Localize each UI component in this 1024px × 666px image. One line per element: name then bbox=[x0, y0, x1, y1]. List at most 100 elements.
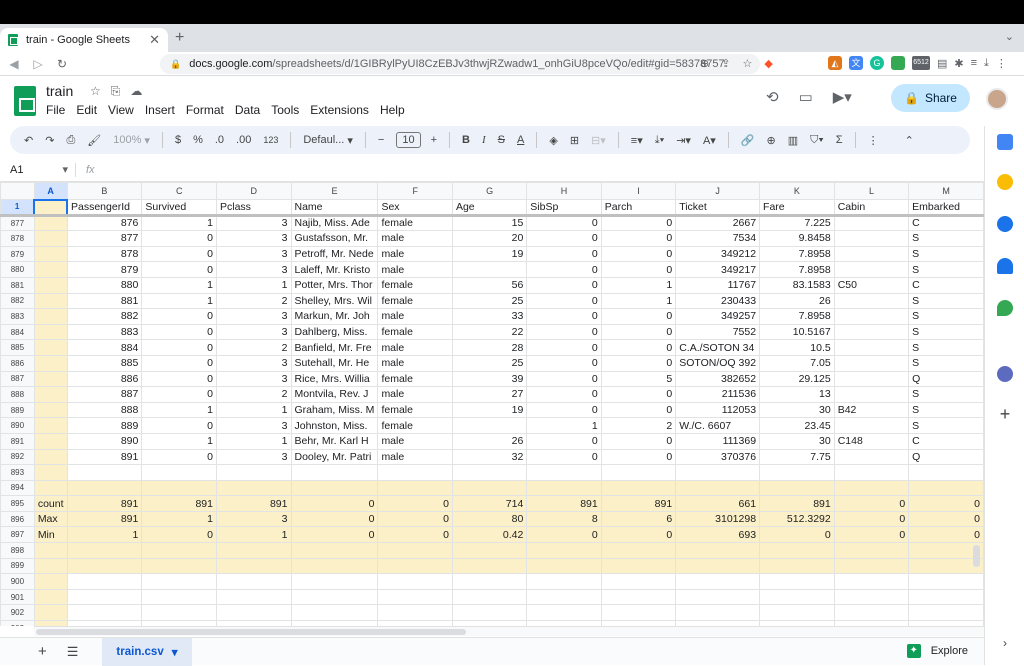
cell[interactable] bbox=[141, 557, 217, 575]
cell[interactable]: 1 bbox=[141, 401, 217, 419]
cell[interactable] bbox=[908, 573, 984, 590]
cell[interactable] bbox=[600, 479, 677, 497]
cell[interactable]: 0 bbox=[141, 230, 217, 247]
cell[interactable]: B42 bbox=[833, 401, 910, 419]
cell[interactable] bbox=[216, 588, 292, 606]
cell[interactable] bbox=[290, 557, 379, 575]
cell[interactable]: S bbox=[908, 354, 984, 372]
insert-chart-icon[interactable]: ▥ bbox=[788, 134, 798, 147]
grammarly-extension-icon[interactable]: G bbox=[870, 56, 884, 70]
cell[interactable]: 0 bbox=[526, 386, 602, 403]
cell[interactable]: 0 bbox=[141, 386, 217, 403]
cell[interactable]: 33 bbox=[451, 308, 528, 325]
cell[interactable]: 349212 bbox=[675, 245, 761, 263]
cell[interactable] bbox=[833, 479, 910, 497]
cell[interactable] bbox=[33, 339, 68, 356]
row-header[interactable]: 880 bbox=[0, 261, 35, 278]
meet-video-icon[interactable]: ▶▾ bbox=[833, 88, 852, 106]
cell[interactable] bbox=[33, 354, 68, 372]
cell[interactable]: 3 bbox=[216, 245, 292, 263]
cell[interactable]: 27 bbox=[451, 386, 528, 403]
sheet-tab-menu-icon[interactable]: ▾ bbox=[172, 645, 178, 659]
cell[interactable]: 0 bbox=[141, 448, 217, 466]
cell[interactable] bbox=[759, 464, 835, 481]
cell[interactable]: C bbox=[908, 214, 984, 232]
cell[interactable]: 883 bbox=[66, 323, 143, 341]
cell[interactable]: 2667 bbox=[675, 214, 761, 232]
cell[interactable] bbox=[377, 573, 453, 590]
cell[interactable] bbox=[451, 417, 528, 434]
decrease-decimal-button[interactable]: .0 bbox=[215, 134, 224, 146]
cell[interactable] bbox=[66, 604, 143, 622]
cell[interactable]: 0.42 bbox=[451, 526, 528, 544]
cell[interactable] bbox=[33, 261, 68, 278]
cell[interactable]: male bbox=[377, 339, 453, 356]
cell[interactable]: 15 bbox=[451, 214, 528, 232]
cell[interactable]: male bbox=[377, 245, 453, 263]
cell[interactable]: 0 bbox=[526, 308, 602, 325]
cell[interactable] bbox=[451, 588, 528, 606]
bookmark-star-icon[interactable]: ☆ bbox=[742, 57, 752, 70]
cell[interactable] bbox=[833, 245, 910, 263]
sheets-logo-icon[interactable] bbox=[14, 86, 36, 116]
url-field[interactable]: 🔒 docs.google.com/spreadsheets/d/1GIBRyl… bbox=[160, 54, 760, 74]
row-header[interactable]: 886 bbox=[0, 354, 35, 372]
cell[interactable]: 0 bbox=[526, 401, 602, 419]
cell[interactable] bbox=[600, 464, 677, 481]
cell[interactable]: 0 bbox=[526, 432, 602, 450]
cell[interactable] bbox=[377, 464, 453, 481]
insert-comment-icon[interactable]: ⊕ bbox=[767, 134, 776, 147]
cell[interactable] bbox=[833, 448, 910, 466]
cell[interactable]: 876 bbox=[66, 214, 143, 232]
cell[interactable]: 19 bbox=[451, 245, 528, 263]
cell[interactable]: SOTON/OQ 392 bbox=[675, 354, 761, 372]
cell[interactable]: female bbox=[377, 292, 453, 310]
cell[interactable]: 714 bbox=[451, 495, 528, 512]
cell[interactable]: S bbox=[908, 308, 984, 325]
cell[interactable]: Laleff, Mr. Kristo bbox=[290, 261, 379, 278]
cell[interactable]: 29.125 bbox=[759, 370, 835, 388]
strikethrough-icon[interactable]: S bbox=[498, 134, 505, 146]
currency-format-button[interactable]: $ bbox=[175, 134, 181, 146]
cell[interactable]: S bbox=[908, 401, 984, 419]
cell[interactable] bbox=[526, 573, 602, 590]
cell[interactable]: 7.8958 bbox=[759, 245, 835, 263]
cell[interactable] bbox=[833, 354, 910, 372]
download-icon[interactable]: ⤓ bbox=[984, 57, 989, 70]
cell[interactable] bbox=[600, 604, 677, 622]
cell[interactable]: 0 bbox=[526, 448, 602, 466]
cell[interactable] bbox=[451, 479, 528, 497]
row-header[interactable]: 903 bbox=[0, 620, 35, 626]
cell[interactable]: 3 bbox=[216, 261, 292, 278]
cell[interactable]: 0 bbox=[600, 308, 677, 325]
column-header-k[interactable]: K bbox=[759, 182, 835, 200]
cell[interactable] bbox=[833, 214, 910, 232]
cell[interactable]: 56 bbox=[451, 276, 528, 294]
cell[interactable]: 3 bbox=[216, 448, 292, 466]
row-header[interactable]: 1 bbox=[0, 199, 35, 217]
more-options-icon[interactable]: ⋮ bbox=[868, 134, 879, 147]
cell[interactable] bbox=[451, 464, 528, 481]
get-addons-plus-icon[interactable]: + bbox=[997, 405, 1013, 423]
cell[interactable]: Dooley, Mr. Patri bbox=[290, 448, 379, 466]
cell[interactable]: Montvila, Rev. J bbox=[290, 386, 379, 403]
cell[interactable] bbox=[908, 588, 984, 606]
insert-link-icon[interactable]: 🔗 bbox=[741, 134, 755, 147]
vertical-align-icon[interactable]: ⤓▾ bbox=[655, 134, 664, 147]
cell[interactable]: Q bbox=[908, 370, 984, 388]
font-family-select[interactable]: Defaul... ▾ bbox=[303, 134, 353, 147]
cell[interactable] bbox=[833, 573, 910, 590]
column-title-cell[interactable]: Sex bbox=[377, 199, 453, 217]
cell[interactable] bbox=[833, 557, 910, 575]
column-header-m[interactable]: M bbox=[908, 182, 984, 200]
reload-icon[interactable]: ↻ bbox=[52, 57, 72, 71]
font-size-decrease-icon[interactable]: − bbox=[378, 134, 384, 146]
cell[interactable] bbox=[675, 588, 761, 606]
merge-cells-icon[interactable]: ⊟▾ bbox=[591, 134, 606, 147]
column-header-f[interactable]: F bbox=[377, 182, 453, 200]
cell[interactable]: Rice, Mrs. Willia bbox=[290, 370, 379, 388]
cell[interactable]: female bbox=[377, 276, 453, 294]
cell[interactable]: S bbox=[908, 261, 984, 278]
cell[interactable]: 888 bbox=[66, 401, 143, 419]
cell[interactable]: 891 bbox=[66, 495, 143, 512]
